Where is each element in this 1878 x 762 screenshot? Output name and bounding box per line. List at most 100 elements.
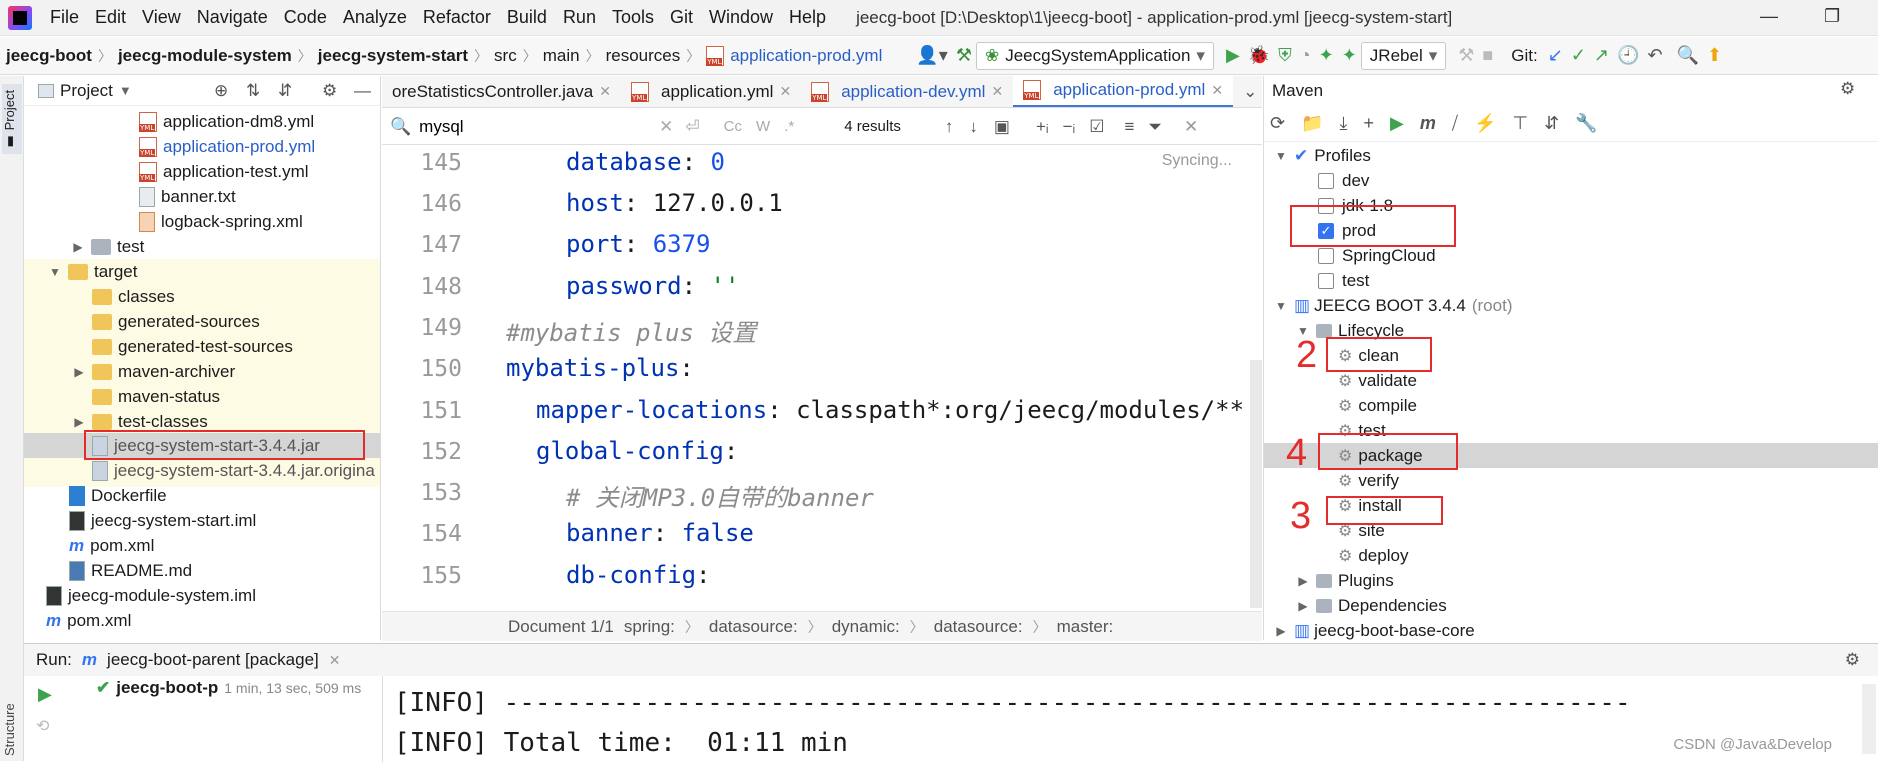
yaml-path-item[interactable]: dynamic: <box>832 617 900 637</box>
previous-occurrence-icon[interactable]: ↑ <box>945 117 954 137</box>
maven-module-node[interactable]: ▶ ▥ jeecg-boot-base-core <box>1272 618 1474 640</box>
code-editor[interactable]: Syncing... database: 0 host: 127.0.0.1 p… <box>486 146 1262 608</box>
menu-edit[interactable]: Edit <box>87 7 134 28</box>
tree-item[interactable]: ▶ maven-archiver <box>70 359 235 384</box>
reload-icon[interactable]: ⟳ <box>1270 113 1285 134</box>
yaml-path-item[interactable]: master: <box>1057 617 1114 637</box>
git-update-icon[interactable]: ↙ <box>1548 42 1563 70</box>
plugins-node[interactable]: ▶ Plugins <box>1294 568 1393 593</box>
menu-tools[interactable]: Tools <box>604 7 662 28</box>
tree-item[interactable]: classes <box>92 284 175 309</box>
build-hammer-icon[interactable]: ⚒ <box>956 42 972 70</box>
tree-item[interactable]: m pom.xml <box>46 608 131 633</box>
gear-icon[interactable]: ⚙ <box>1845 650 1860 670</box>
wrench-icon[interactable]: 🔧 <box>1575 113 1597 134</box>
jrebel-select[interactable]: JRebel ▾ <box>1360 41 1447 70</box>
profile-checkbox[interactable] <box>1318 247 1334 264</box>
yaml-path-item[interactable]: datasource: <box>934 617 1023 637</box>
run-maven-build-icon[interactable]: ▶ <box>1390 113 1404 134</box>
close-icon[interactable]: ✕ <box>779 83 791 100</box>
tab-statistics-controller[interactable]: oreStatisticsController.java ✕ <box>382 76 621 107</box>
menu-help[interactable]: Help <box>781 7 834 28</box>
profile-checkbox[interactable] <box>1318 172 1334 189</box>
chevron-right-icon[interactable]: ▶ <box>69 240 87 254</box>
tree-item[interactable]: maven-status <box>92 384 220 409</box>
tree-item[interactable]: generated-sources <box>92 309 260 334</box>
breadcrumb-resources[interactable]: resources <box>600 46 687 66</box>
chevron-right-icon[interactable]: ▶ <box>1294 599 1312 613</box>
new-line-icon[interactable]: ⏎ <box>685 117 699 137</box>
breadcrumb-project[interactable]: jeecg-boot <box>0 46 98 66</box>
menu-window[interactable]: Window <box>701 7 781 28</box>
history-icon[interactable]: 🕘 <box>1617 42 1639 70</box>
profile-checkbox[interactable] <box>1318 272 1334 289</box>
stop-icon[interactable]: ⟲ <box>36 716 49 736</box>
run-tab-label[interactable]: jeecg-boot-parent [package] <box>107 650 319 670</box>
chevron-down-icon[interactable]: ▼ <box>46 265 64 279</box>
lifecycle-goal[interactable]: ⚙ deploy <box>1338 543 1408 568</box>
close-find-icon[interactable]: ✕ <box>1184 117 1198 137</box>
debug-icon[interactable]: 🐞 <box>1248 42 1270 70</box>
rollback-icon[interactable]: ↶ <box>1647 42 1662 70</box>
structure-tool-tab[interactable]: Structure <box>2 676 22 756</box>
tree-item[interactable]: m pom.xml <box>69 533 154 558</box>
tree-item[interactable]: application-prod.yml <box>139 134 315 159</box>
menu-refactor[interactable]: Refactor <box>415 7 499 28</box>
git-push-icon[interactable]: ↗ <box>1594 42 1609 70</box>
add-occurrence-icon[interactable]: +ᵢ <box>1036 117 1049 137</box>
chevron-right-icon[interactable]: ▶ <box>70 365 88 379</box>
close-icon[interactable]: ✕ <box>329 652 341 669</box>
profile-icon[interactable]: ◔ <box>1300 42 1311 70</box>
editor-scrollbar[interactable] <box>1250 360 1262 608</box>
menu-analyze[interactable]: Analyze <box>335 7 415 28</box>
close-icon[interactable]: ✕ <box>991 83 1003 100</box>
remove-occurrence-icon[interactable]: −ᵢ <box>1063 117 1076 137</box>
add-icon[interactable]: + <box>1363 113 1374 134</box>
menu-file[interactable]: File <box>42 7 87 28</box>
show-dependencies-icon[interactable]: ⊤ <box>1512 113 1528 134</box>
lifecycle-goal[interactable]: ⚙ compile <box>1338 393 1417 418</box>
tree-item[interactable]: jeecg-system-start-3.4.4.jar.origina <box>92 458 375 483</box>
collapse-all-icon[interactable]: ⇵ <box>1544 113 1559 134</box>
chevron-right-icon[interactable]: ▶ <box>1294 574 1312 588</box>
git-commit-icon[interactable]: ✓ <box>1571 42 1586 70</box>
toggle-offline-icon[interactable]: ⧸ <box>1452 113 1458 134</box>
tree-item[interactable]: jeecg-module-system.iml <box>46 583 256 608</box>
close-icon[interactable]: ✕ <box>599 83 611 100</box>
download-icon[interactable]: ⤓ <box>1340 113 1348 134</box>
jrebel-debug-icon[interactable]: ✦ <box>1342 42 1357 70</box>
regex-icon[interactable]: .* <box>784 118 794 135</box>
restore-icon[interactable]: ❐ <box>1824 6 1840 27</box>
tree-item[interactable]: application-test.yml <box>139 159 309 184</box>
chevron-down-icon[interactable]: ▼ <box>119 83 132 98</box>
project-tool-tab[interactable]: ▮ Project <box>2 84 22 154</box>
add-folder-icon[interactable]: 📁 <box>1301 113 1323 134</box>
menu-code[interactable]: Code <box>276 7 335 28</box>
match-case-icon[interactable]: Cc <box>724 118 742 135</box>
execute-goal-icon[interactable]: m <box>1420 113 1436 134</box>
expand-all-icon[interactable]: ⇅ <box>246 81 260 101</box>
gear-icon[interactable]: ⚙ <box>322 81 337 101</box>
search-input[interactable] <box>419 116 650 137</box>
jrebel-run-icon[interactable]: ✦ <box>1319 42 1334 70</box>
tree-item[interactable]: logback-spring.xml <box>139 209 303 234</box>
yaml-path-item[interactable]: datasource: <box>709 617 798 637</box>
update-icon[interactable]: ⬆ <box>1707 42 1722 70</box>
dependencies-node[interactable]: ▶ Dependencies <box>1294 593 1446 618</box>
tab-application-dev-yml[interactable]: application-dev.yml ✕ <box>801 76 1013 107</box>
clear-search-icon[interactable]: ✕ <box>659 117 673 137</box>
tree-item[interactable]: README.md <box>69 558 192 583</box>
run-icon[interactable]: ▶ <box>1226 42 1240 70</box>
filter-icon[interactable]: ⏷ <box>1148 117 1162 137</box>
select-all-icon[interactable]: ☑ <box>1089 117 1104 137</box>
tree-item[interactable]: generated-test-sources <box>92 334 293 359</box>
chevron-right-icon[interactable]: ▶ <box>1272 624 1290 638</box>
rerun-icon[interactable]: ▶ <box>38 684 52 705</box>
breadcrumb-main[interactable]: main <box>537 46 586 66</box>
tab-application-yml[interactable]: application.yml ✕ <box>621 76 801 107</box>
profile-item[interactable]: dev <box>1318 168 1369 193</box>
lifecycle-goal[interactable]: ⚙ verify <box>1338 468 1399 493</box>
user-icon[interactable]: 👤▾ <box>916 42 947 70</box>
profiles-node[interactable]: ▼ ✔ Profiles <box>1272 143 1371 168</box>
tab-application-prod-yml[interactable]: application-prod.yml ✕ <box>1013 76 1234 107</box>
